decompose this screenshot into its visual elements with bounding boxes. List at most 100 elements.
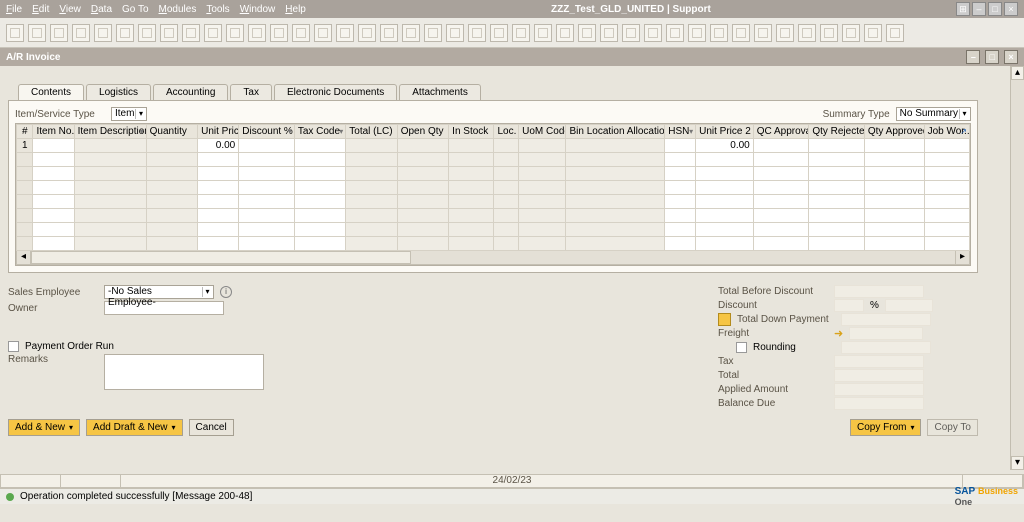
menu-data[interactable]: Data — [91, 4, 112, 15]
tab-accounting[interactable]: Accounting — [153, 84, 228, 100]
down-payment-button[interactable] — [718, 313, 731, 326]
tab-electronic-documents[interactable]: Electronic Documents — [274, 84, 397, 100]
form-minimize-icon[interactable]: – — [966, 50, 980, 64]
menu-file[interactable]: FFileile — [6, 4, 22, 15]
rounding-checkbox[interactable] — [736, 342, 747, 353]
menu-goto[interactable]: Go To — [122, 4, 149, 15]
toolbar-button[interactable] — [248, 24, 266, 42]
table-row[interactable] — [17, 167, 970, 181]
scroll-up-icon[interactable]: ▴ — [1011, 66, 1024, 80]
scroll-thumb[interactable] — [31, 251, 411, 264]
maximize-icon[interactable]: □ — [988, 2, 1002, 16]
col-quantity[interactable]: Quantity — [146, 125, 197, 139]
toolbar-button[interactable] — [886, 24, 904, 42]
close-icon[interactable]: × — [1004, 2, 1018, 16]
toolbar-button[interactable] — [864, 24, 882, 42]
col-hsn[interactable]: HSN▾ — [665, 125, 696, 139]
toolbar-button[interactable] — [468, 24, 486, 42]
table-row[interactable] — [17, 237, 970, 251]
col-discount[interactable]: Discount %▾ — [239, 125, 295, 139]
toolbar-button[interactable] — [578, 24, 596, 42]
toolbar-button[interactable] — [490, 24, 508, 42]
col-qtyapproved[interactable]: Qty Approved — [864, 125, 924, 139]
toolbar-button[interactable] — [160, 24, 178, 42]
toolbar-button[interactable] — [402, 24, 420, 42]
toolbar-button[interactable] — [270, 24, 288, 42]
col-unitprice2[interactable]: Unit Price 2 — [696, 125, 754, 139]
toolbar-button[interactable] — [776, 24, 794, 42]
toolbar-button[interactable] — [182, 24, 200, 42]
toolbar-button[interactable] — [710, 24, 728, 42]
toolbar-button[interactable] — [50, 24, 68, 42]
form-maximize-icon[interactable]: □ — [985, 50, 999, 64]
toolbar-button[interactable] — [204, 24, 222, 42]
table-row[interactable] — [17, 195, 970, 209]
toolbar-button[interactable] — [94, 24, 112, 42]
toolbar-button[interactable] — [314, 24, 332, 42]
sales-employee-select[interactable]: -No Sales Employee- ▾ — [104, 285, 214, 299]
col-openqty[interactable]: Open Qty — [397, 125, 448, 139]
toolbar-button[interactable] — [754, 24, 772, 42]
remarks-textarea[interactable] — [104, 354, 264, 390]
toolbar-button[interactable] — [688, 24, 706, 42]
add-draft-and-new-button[interactable]: Add Draft & New▾ — [86, 419, 183, 436]
vertical-scrollbar[interactable]: ▴ ▾ — [1010, 66, 1024, 470]
table-row[interactable] — [17, 181, 970, 195]
table-row[interactable]: 1 0.00 0.00 — [17, 139, 970, 153]
col-unitprice[interactable]: Unit Price — [198, 125, 239, 139]
table-row[interactable] — [17, 209, 970, 223]
minimize-icon[interactable]: – — [972, 2, 986, 16]
menu-modules[interactable]: Modules — [159, 4, 197, 15]
toolbar-button[interactable] — [556, 24, 574, 42]
scroll-down-icon[interactable]: ▾ — [1011, 456, 1024, 470]
col-qcapproval[interactable]: QC Approval — [753, 125, 809, 139]
link-arrow-icon[interactable]: ➜ — [834, 327, 843, 340]
scroll-right-icon[interactable]: ▸ — [955, 251, 969, 264]
toolbar-button[interactable] — [358, 24, 376, 42]
table-row[interactable] — [17, 223, 970, 237]
toolbar-button[interactable] — [732, 24, 750, 42]
toolbar-button[interactable] — [424, 24, 442, 42]
toolbar-button[interactable] — [292, 24, 310, 42]
menu-view[interactable]: View — [59, 4, 81, 15]
toolbar-button[interactable] — [138, 24, 156, 42]
col-qtyrejected[interactable]: Qty Rejected — [809, 125, 865, 139]
col-itemdesc[interactable]: Item Description▾ — [74, 125, 146, 139]
toolbar-button[interactable] — [666, 24, 684, 42]
payment-order-run-checkbox[interactable] — [8, 341, 19, 352]
col-bin[interactable]: Bin Location Allocation — [566, 125, 665, 139]
cell-discount[interactable] — [239, 139, 295, 153]
toolbar-button[interactable] — [116, 24, 134, 42]
col-uom[interactable]: UoM Code — [519, 125, 566, 139]
table-row[interactable] — [17, 153, 970, 167]
toolbar-button[interactable] — [644, 24, 662, 42]
expand-icon[interactable]: ↗ — [960, 127, 967, 136]
toolbar-button[interactable] — [446, 24, 464, 42]
col-total[interactable]: Total (LC) — [346, 125, 397, 139]
col-instock[interactable]: In Stock — [449, 125, 494, 139]
menu-edit[interactable]: Edit — [32, 4, 49, 15]
cell-itemno[interactable] — [33, 139, 74, 153]
col-num[interactable]: # — [17, 125, 33, 139]
cancel-button[interactable]: Cancel — [189, 419, 234, 436]
toolbar-button[interactable] — [842, 24, 860, 42]
cell-unitprice[interactable]: 0.00 — [198, 139, 239, 153]
tab-contents[interactable]: Contents — [18, 84, 84, 100]
cell-unitprice2[interactable]: 0.00 — [696, 139, 754, 153]
toolbar-button[interactable] — [336, 24, 354, 42]
toolbar-button[interactable] — [798, 24, 816, 42]
form-close-icon[interactable]: × — [1004, 50, 1018, 64]
menu-tools[interactable]: Tools — [206, 4, 229, 15]
toolbar-button[interactable] — [512, 24, 530, 42]
toolbar-button[interactable] — [380, 24, 398, 42]
copy-from-button[interactable]: Copy From▾ — [850, 419, 921, 436]
col-loc[interactable]: Loc. — [494, 125, 519, 139]
toolbar-button[interactable] — [6, 24, 24, 42]
item-service-type-select[interactable]: Item ▾ — [111, 107, 147, 121]
tab-tax[interactable]: Tax — [230, 84, 272, 100]
grid-hscroll[interactable]: ◂ ▸ — [16, 251, 970, 265]
col-itemno[interactable]: Item No. — [33, 125, 74, 139]
summary-type-select[interactable]: No Summary ▾ — [896, 107, 971, 121]
col-jobwork[interactable]: Job Wor...↗ — [924, 125, 969, 139]
toolbar-button[interactable] — [534, 24, 552, 42]
